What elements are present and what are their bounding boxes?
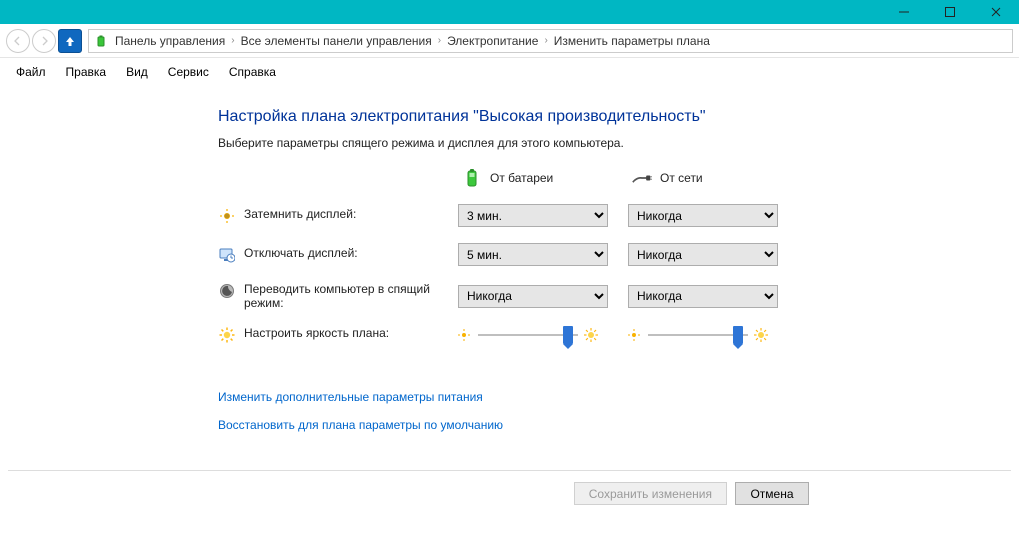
breadcrumb-item[interactable]: Все элементы панели управления: [241, 34, 432, 48]
battery-icon: [462, 168, 482, 188]
row-label-text: Затемнить дисплей:: [244, 207, 356, 221]
monitor-clock-icon: [218, 246, 236, 264]
page-title: Настройка плана электропитания "Высокая …: [218, 108, 1019, 126]
links-block: Изменить дополнительные параметры питани…: [218, 390, 1019, 432]
content-area: Настройка плана электропитания "Высокая …: [0, 86, 1019, 432]
bright-battery-cell: [458, 326, 618, 344]
off-plugged-select[interactable]: 1 мин.2 мин.3 мин.5 мин.10 мин.15 мин.20…: [628, 243, 778, 266]
menu-service[interactable]: Сервис: [160, 61, 217, 83]
footer-buttons: Сохранить изменения Отмена: [574, 482, 809, 505]
row-label-off: Отключать дисплей:: [218, 246, 448, 264]
column-header-battery: От батареи: [458, 168, 618, 188]
column-label: От сети: [660, 171, 703, 185]
footer-separator: [8, 470, 1011, 471]
navigation-bar: Панель управления › Все элементы панели …: [0, 24, 1019, 58]
back-button[interactable]: [6, 29, 30, 53]
link-advanced[interactable]: Изменить дополнительные параметры питани…: [218, 390, 1019, 404]
forward-button[interactable]: [32, 29, 56, 53]
sun-small-icon: [458, 328, 472, 342]
sun-small-icon: [628, 328, 642, 342]
up-button[interactable]: [58, 29, 82, 53]
battery-icon: [93, 33, 109, 49]
row-label-dim: Затемнить дисплей:: [218, 207, 448, 225]
page-subtitle: Выберите параметры спящего режима и дисп…: [218, 136, 1019, 150]
bright-plugged-cell: [628, 326, 788, 344]
sleep-battery-select[interactable]: 1 мин.2 мин.3 мин.5 мин.10 мин.15 мин.20…: [458, 285, 608, 308]
address-bar[interactable]: Панель управления › Все элементы панели …: [88, 29, 1013, 53]
save-button: Сохранить изменения: [574, 482, 727, 505]
bright-battery-slider[interactable]: [478, 326, 578, 344]
bright-plugged-slider[interactable]: [648, 326, 748, 344]
menu-edit[interactable]: Правка: [58, 61, 115, 83]
menu-help[interactable]: Справка: [221, 61, 284, 83]
breadcrumb-item[interactable]: Панель управления: [115, 34, 225, 48]
column-label: От батареи: [490, 171, 553, 185]
sun-icon: [218, 326, 236, 344]
chevron-right-icon: ›: [438, 35, 441, 46]
sun-dim-icon: [218, 207, 236, 225]
breadcrumb-item[interactable]: Изменить параметры плана: [554, 34, 710, 48]
row-label-sleep: Переводить компьютер в спящий режим:: [218, 282, 448, 310]
row-label-bright: Настроить яркость плана:: [218, 326, 448, 344]
close-button[interactable]: [973, 0, 1019, 24]
sun-large-icon: [754, 328, 768, 342]
plug-icon: [632, 168, 652, 188]
title-bar: [0, 0, 1019, 24]
moon-icon: [218, 282, 236, 300]
link-restore[interactable]: Восстановить для плана параметры по умол…: [218, 418, 1019, 432]
cancel-button[interactable]: Отмена: [735, 482, 809, 505]
breadcrumb-item[interactable]: Электропитание: [447, 34, 538, 48]
sleep-plugged-select[interactable]: 1 мин.2 мин.3 мин.5 мин.10 мин.15 мин.20…: [628, 285, 778, 308]
menu-bar: Файл Правка Вид Сервис Справка: [0, 58, 1019, 86]
dim-battery-select[interactable]: 1 мин.2 мин.3 мин.5 мин.10 мин.15 мин.20…: [458, 204, 608, 227]
maximize-button[interactable]: [927, 0, 973, 24]
row-label-text: Отключать дисплей:: [244, 246, 358, 260]
chevron-right-icon: ›: [231, 35, 234, 46]
dim-plugged-select[interactable]: 1 мин.2 мин.3 мин.5 мин.10 мин.15 мин.20…: [628, 204, 778, 227]
sun-large-icon: [584, 328, 598, 342]
column-header-plugged: От сети: [628, 168, 788, 188]
menu-file[interactable]: Файл: [8, 61, 54, 83]
settings-grid: От батареи От сети Затемнить дисплей: 1 …: [218, 168, 1019, 344]
off-battery-select[interactable]: 1 мин.2 мин.3 мин.5 мин.10 мин.15 мин.20…: [458, 243, 608, 266]
chevron-right-icon: ›: [544, 35, 547, 46]
row-label-text: Настроить яркость плана:: [244, 326, 389, 340]
row-label-text: Переводить компьютер в спящий режим:: [244, 282, 434, 310]
minimize-button[interactable]: [881, 0, 927, 24]
menu-view[interactable]: Вид: [118, 61, 156, 83]
